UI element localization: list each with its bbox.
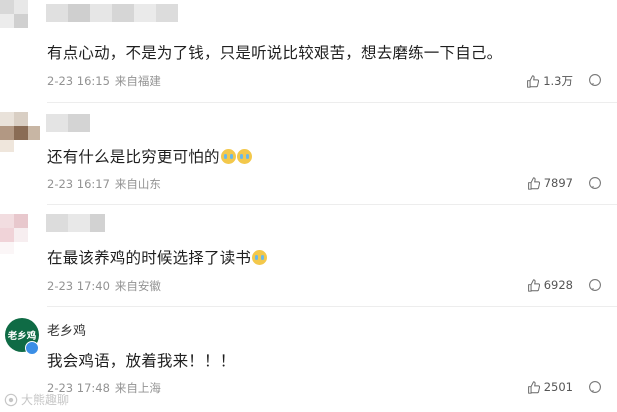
like-count: 7897 bbox=[543, 176, 573, 190]
comment-date: 2-23 17:40 bbox=[47, 279, 110, 293]
like-button[interactable]: 1.3万 bbox=[526, 73, 573, 89]
comment-location: 来自山东 bbox=[114, 177, 161, 191]
like-count: 2501 bbox=[543, 380, 573, 394]
like-count: 6928 bbox=[543, 278, 573, 292]
comment-location: 来自安徽 bbox=[114, 279, 161, 293]
username[interactable]: 老乡鸡 bbox=[47, 320, 86, 339]
verified-badge-icon bbox=[25, 341, 39, 355]
comment-text: 我会鸡语，放着我来！！！ bbox=[47, 352, 236, 370]
avatar[interactable] bbox=[0, 112, 40, 152]
thumbs-up-icon bbox=[527, 380, 540, 394]
comment-text-content: 还有什么是比穷更可怕的 bbox=[47, 148, 220, 166]
crying-face-icon bbox=[236, 149, 252, 164]
like-count: 1.3万 bbox=[543, 74, 573, 88]
avatar[interactable] bbox=[0, 214, 40, 254]
reply-icon[interactable] bbox=[588, 73, 602, 87]
comment-meta: 2-23 16:15 来自福建 bbox=[47, 73, 161, 89]
crying-face-icon bbox=[220, 149, 236, 164]
watermark-logo-icon bbox=[4, 393, 18, 406]
thumbs-up-icon bbox=[527, 74, 540, 88]
avatar-logo-text: 老乡鸡 bbox=[7, 331, 37, 342]
comment-date: 2-23 16:17 bbox=[47, 177, 110, 191]
crying-face-icon bbox=[252, 250, 268, 265]
comment-text: 在最该养鸡的时候选择了读书 bbox=[47, 246, 268, 268]
comment-location: 来自上海 bbox=[114, 381, 161, 395]
like-button[interactable]: 2501 bbox=[527, 380, 573, 394]
comment-text-content: 在最该养鸡的时候选择了读书 bbox=[47, 249, 252, 267]
avatar[interactable] bbox=[0, 0, 40, 40]
comment-location: 来自福建 bbox=[114, 74, 161, 88]
like-button[interactable]: 7897 bbox=[527, 176, 573, 190]
watermark: 大熊趣聊 bbox=[4, 391, 69, 408]
reply-icon[interactable] bbox=[588, 380, 602, 394]
watermark-text: 大熊趣聊 bbox=[21, 393, 70, 407]
comment-meta: 2-23 16:17 来自山东 bbox=[47, 176, 161, 192]
like-button[interactable]: 6928 bbox=[527, 278, 573, 292]
comment-text: 还有什么是比穷更可怕的 bbox=[47, 145, 252, 167]
reply-icon[interactable] bbox=[588, 278, 602, 292]
divider bbox=[47, 204, 617, 205]
comment-text: 有点心动，不是为了钱，只是听说比较艰苦，想去磨练一下自己。 bbox=[47, 44, 503, 62]
divider bbox=[47, 102, 617, 103]
comment-date: 2-23 16:15 bbox=[47, 74, 110, 88]
reply-icon[interactable] bbox=[588, 176, 602, 190]
divider bbox=[47, 306, 617, 307]
thumbs-up-icon bbox=[527, 278, 540, 292]
comment-meta: 2-23 17:40 来自安徽 bbox=[47, 278, 161, 294]
thumbs-up-icon bbox=[527, 176, 540, 190]
